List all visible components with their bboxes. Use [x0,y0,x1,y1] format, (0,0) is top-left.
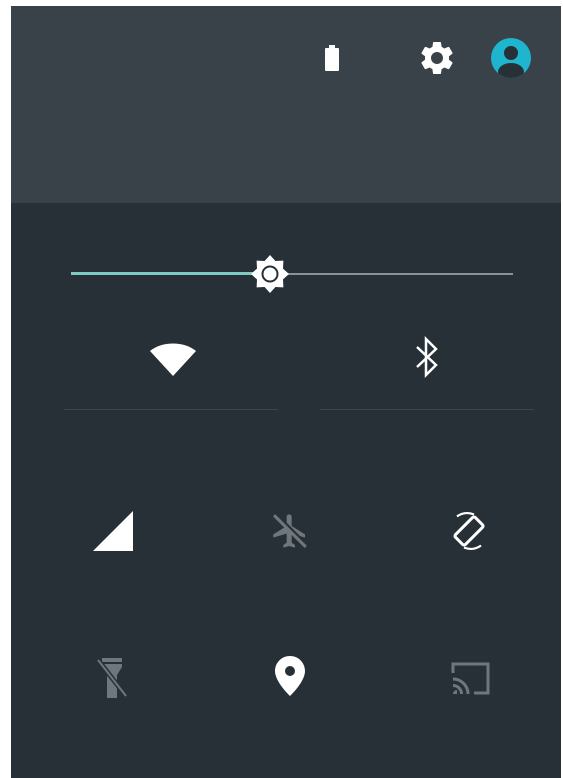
brightness-slider[interactable] [71,254,513,294]
auto-rotate-icon [453,512,485,550]
user-avatar-icon[interactable] [489,36,533,80]
airplane-mode-icon [272,512,309,549]
wifi-tile-divider [64,409,278,410]
brightness-thumb-icon[interactable] [250,254,290,294]
location-icon [275,656,305,696]
wifi-tile[interactable] [64,326,278,416]
flashlight-tile[interactable] [57,623,167,733]
cast-tile[interactable] [414,623,524,733]
brightness-track-filled [71,272,270,275]
cast-icon [451,662,490,695]
battery-icon [325,45,339,71]
flashlight-icon [96,658,128,698]
cellular-tile[interactable] [57,476,167,586]
bluetooth-tile-divider [320,409,534,410]
airplane-mode-tile[interactable] [235,476,345,586]
wifi-icon [150,343,196,376]
auto-rotate-tile[interactable] [414,476,524,586]
quick-settings-header [11,6,561,203]
location-tile[interactable] [235,623,345,733]
settings-gear-icon[interactable] [417,38,457,78]
brightness-track-empty [270,272,513,275]
quick-settings-panel [11,6,561,778]
cell-signal-icon [93,511,133,551]
bluetooth-tile[interactable] [320,326,534,416]
bluetooth-icon [416,335,438,379]
